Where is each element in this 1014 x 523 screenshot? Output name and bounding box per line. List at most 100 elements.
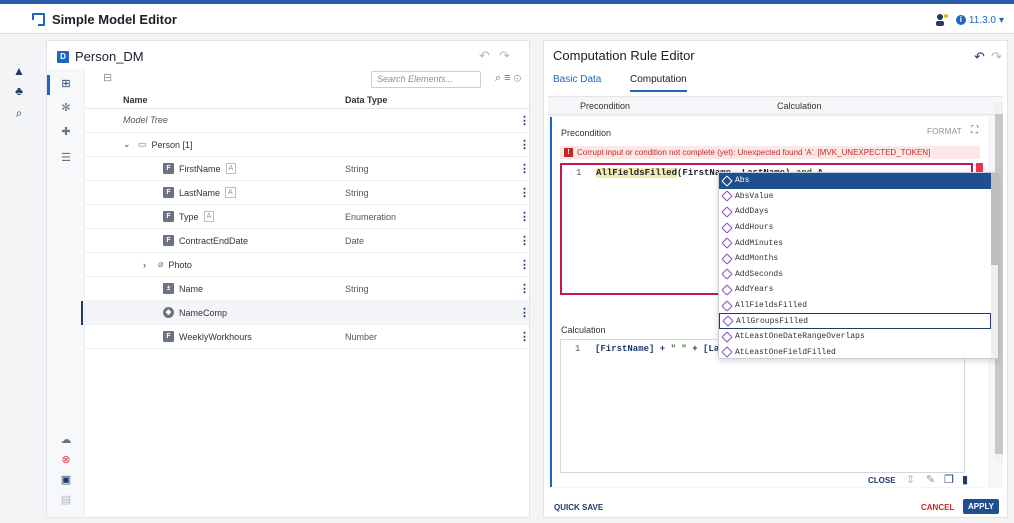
row-selection-bar [81, 301, 83, 325]
undo-icon[interactable]: ↶ [479, 48, 490, 64]
chevron-down-icon[interactable]: ⌄ [123, 139, 133, 150]
tree-row[interactable]: F LastName A String ⋮ [85, 181, 530, 205]
line-number: 1 [575, 344, 581, 354]
tree-row[interactable]: F ContractEndDate Date ⋮ [85, 229, 530, 253]
row-type: String [345, 188, 369, 198]
hierarchy-icon[interactable]: ♣ [12, 84, 26, 98]
function-icon [721, 268, 733, 281]
autocomplete-item[interactable]: AddMonths [719, 251, 991, 267]
tree-row[interactable]: › ⌀ Photo ⋮ [85, 253, 530, 277]
save-check-icon[interactable]: ▣ [59, 473, 73, 487]
undo-icon[interactable]: ↶ [974, 49, 985, 65]
row-menu-icon[interactable]: ⋮ [519, 282, 530, 295]
function-icon [721, 190, 733, 203]
row-menu-icon[interactable]: ⋮ [519, 162, 530, 175]
model-title: Person_DM [75, 49, 144, 64]
tree-row[interactable]: F Type A Enumeration ⋮ [85, 205, 530, 229]
autocomplete-item[interactable]: AddDays [719, 204, 991, 220]
computation-icon: ◆ [163, 307, 174, 318]
checklist-icon[interactable]: ☰ [59, 151, 73, 165]
redo-icon[interactable]: ↷ [991, 49, 1002, 65]
field-icon: F [163, 163, 174, 174]
tab-computation[interactable]: Computation [630, 74, 687, 92]
save-icon[interactable]: ▤ [59, 493, 73, 507]
search-filter-icons[interactable]: ⌕ ≡ ⊙ [495, 72, 521, 85]
autocomplete-item[interactable]: AllFieldsFilled [719, 298, 991, 314]
row-type: Enumeration [345, 212, 397, 222]
autocomplete-item[interactable]: Abs [719, 173, 991, 189]
copy-icon[interactable]: ❐ [944, 473, 954, 486]
tab-basic-data[interactable]: Basic Data [553, 74, 601, 85]
row-type: String [345, 284, 369, 294]
top-bar: Simple Model Editor i 11.3.0 ▾ [0, 0, 1014, 34]
field-icon: F [163, 211, 174, 222]
cloud-icon[interactable]: ☁ [59, 433, 73, 447]
tree-view-icon[interactable]: ⊞ [59, 77, 73, 91]
sub-head-calculation: Calculation [777, 101, 822, 111]
error-icon[interactable]: ⊗ [59, 453, 73, 467]
apply-button[interactable]: APPLY [963, 499, 999, 514]
autocomplete-item[interactable]: AddHours [719, 220, 991, 236]
trash-icon[interactable]: ▮ [962, 473, 968, 486]
autocomplete-item[interactable]: AddSeconds [719, 267, 991, 283]
tree-row[interactable]: Model Tree ⋮ [85, 109, 530, 133]
version-label: 11.3.0 [968, 14, 996, 26]
edit-icon[interactable]: ✎ [926, 473, 935, 486]
function-icon [721, 331, 733, 343]
user-settings-icon[interactable] [934, 12, 950, 28]
autocomplete-item[interactable]: AllGroupsFilled [719, 313, 991, 329]
tree-row[interactable]: F FirstName A String ⋮ [85, 157, 530, 181]
col-name: Name [123, 95, 148, 105]
row-name: WeeklyWorkhours [179, 331, 252, 342]
row-menu-icon[interactable]: ⋮ [519, 138, 530, 151]
row-menu-icon[interactable]: ⋮ [519, 186, 530, 199]
computed-field-icon: ± [163, 283, 174, 294]
up-down-icon[interactable]: ⇕ [906, 473, 915, 486]
search-input[interactable]: Search Elements... [371, 71, 481, 88]
precondition-label: Precondition [561, 128, 612, 138]
function-icon [721, 346, 733, 359]
row-menu-icon[interactable]: ⋮ [519, 234, 530, 247]
tree-row-selected[interactable]: ◆ NameComp ⋮ [81, 301, 530, 325]
search-icon[interactable]: ⌕ [12, 106, 26, 120]
row-name: ContractEndDate [179, 235, 249, 246]
autocomplete-popup: Abs AbsValue AddDays AddHours AddMinutes… [718, 172, 998, 359]
autocomplete-item[interactable]: AbsValue [719, 189, 991, 205]
quick-save-button[interactable]: QUICK SAVE [554, 503, 603, 512]
calculation-label: Calculation [561, 325, 606, 335]
puzzle-icon[interactable]: ✚ [59, 125, 73, 139]
tree-row[interactable]: ⌄ ▭ Person [1] ⋮ [85, 133, 530, 157]
function-icon [721, 299, 733, 312]
field-icon: F [163, 187, 174, 198]
cancel-button[interactable]: CANCEL [921, 503, 954, 512]
autocomplete-item[interactable]: AddYears [719, 282, 991, 298]
scrollbar-thumb[interactable] [991, 173, 998, 265]
sub-head-precondition: Precondition [580, 101, 631, 111]
gear-icon[interactable]: ✻ [59, 101, 73, 115]
nav-up-icon[interactable]: ▲ [12, 64, 26, 78]
tree-row[interactable]: F WeeklyWorkhours Number ⋮ [85, 325, 530, 349]
row-name: FirstName [179, 163, 221, 174]
function-icon [721, 175, 733, 187]
dm-badge: D [57, 50, 69, 63]
error-text: Corrupt input or condition not complete … [577, 148, 931, 157]
expand-icon[interactable]: ⛶ [971, 125, 978, 136]
tree-toolbar: ⊟ Search Elements... ⌕ ≡ ⊙ [85, 69, 529, 89]
row-menu-icon[interactable]: ⋮ [519, 330, 530, 343]
tree-row[interactable]: ± Name String ⋮ [85, 277, 530, 301]
row-menu-icon[interactable]: ⋮ [519, 210, 530, 223]
version-dropdown[interactable]: i 11.3.0 ▾ [955, 14, 1004, 26]
redo-icon[interactable]: ↷ [499, 48, 510, 64]
format-button[interactable]: FORMAT [927, 127, 962, 136]
autocomplete-item[interactable]: AtLeastOneDateRangeOverlaps [719, 329, 991, 345]
row-menu-icon[interactable]: ⋮ [519, 306, 530, 319]
row-menu-icon[interactable]: ⋮ [519, 114, 530, 127]
collapse-all-icon[interactable]: ⊟ [103, 71, 112, 84]
app-title: Simple Model Editor [52, 12, 177, 27]
autocomplete-item[interactable]: AtLeastOneFieldFilled [719, 345, 991, 361]
autocomplete-item[interactable]: AddMinutes [719, 235, 991, 251]
autocomplete-scrollbar[interactable] [991, 173, 998, 358]
chevron-right-icon[interactable]: › [143, 260, 153, 270]
close-button[interactable]: CLOSE [868, 476, 896, 485]
row-menu-icon[interactable]: ⋮ [519, 258, 530, 271]
